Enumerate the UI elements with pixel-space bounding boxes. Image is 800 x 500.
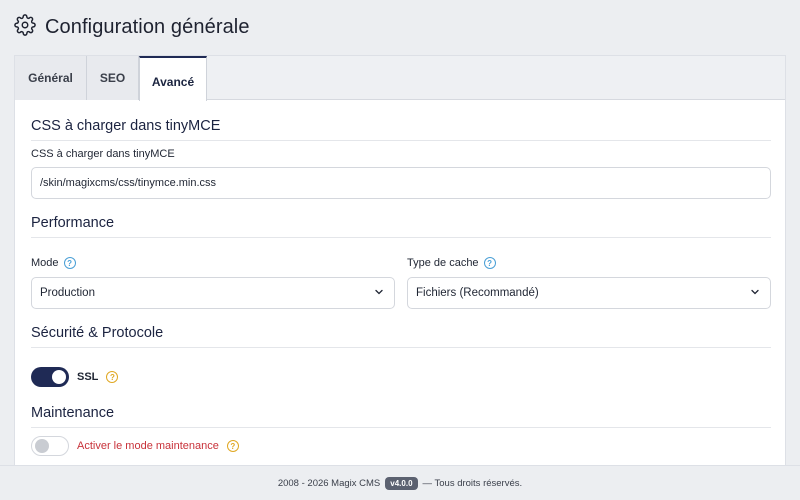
maintenance-section: Maintenance xyxy=(31,405,771,428)
css-field-label: CSS à charger dans tinyMCE xyxy=(31,148,175,160)
maintenance-row: Activer le mode maintenance ? xyxy=(31,436,239,456)
tab-bar: Général SEO Avancé xyxy=(15,56,785,101)
mode-select[interactable]: Production xyxy=(31,277,395,309)
gear-icon xyxy=(14,14,36,41)
cache-select-value: Fichiers (Recommandé) xyxy=(416,287,539,299)
mode-label: Mode xyxy=(31,257,59,269)
page-header: Configuration générale xyxy=(14,14,250,41)
chevron-down-icon xyxy=(750,287,760,300)
performance-section: Performance xyxy=(31,215,771,238)
help-icon[interactable]: ? xyxy=(226,440,239,452)
ssl-label: SSL xyxy=(77,371,99,383)
mode-select-value: Production xyxy=(40,287,95,299)
tab-general[interactable]: Général xyxy=(15,56,87,100)
toggle-knob xyxy=(35,439,49,453)
cache-label: Type de cache xyxy=(407,257,479,269)
footer: 2008 - 2026 Magix CMS v4.0.0 — Tous droi… xyxy=(0,465,800,500)
security-title: Sécurité & Protocole xyxy=(31,325,771,348)
cache-label-row: Type de cache? xyxy=(407,257,496,270)
maintenance-title: Maintenance xyxy=(31,405,771,428)
tab-seo[interactable]: SEO xyxy=(87,56,139,100)
help-icon[interactable]: ? xyxy=(63,257,76,270)
page-title: Configuration générale xyxy=(45,16,250,38)
cache-select[interactable]: Fichiers (Recommandé) xyxy=(407,277,771,309)
css-path-value: /skin/magixcms/css/tinymce.min.css xyxy=(40,177,217,189)
css-section-title: CSS à charger dans tinyMCE xyxy=(31,118,771,141)
maintenance-toggle[interactable] xyxy=(31,436,69,456)
help-icon[interactable]: ? xyxy=(483,257,496,270)
chevron-down-icon xyxy=(374,287,384,300)
css-path-input[interactable]: /skin/magixcms/css/tinymce.min.css xyxy=(31,167,771,199)
css-section: CSS à charger dans tinyMCE xyxy=(31,118,771,141)
help-icon[interactable]: ? xyxy=(106,371,119,383)
footer-years: 2008 - 2026 Magix CMS xyxy=(277,477,381,489)
settings-card: Général SEO Avancé CSS à charger dans ti… xyxy=(14,55,786,465)
version-badge: v4.0.0 xyxy=(385,476,418,490)
tab-avance[interactable]: Avancé xyxy=(139,56,207,101)
mode-label-row: Mode? xyxy=(31,257,76,270)
footer-rights: — Tous droits réservés. xyxy=(422,477,523,489)
security-section: Sécurité & Protocole xyxy=(31,325,771,348)
ssl-toggle[interactable] xyxy=(31,367,69,387)
maintenance-label: Activer le mode maintenance xyxy=(77,440,219,452)
performance-title: Performance xyxy=(31,215,771,238)
toggle-knob xyxy=(52,370,66,384)
ssl-row: SSL ? xyxy=(31,367,119,387)
